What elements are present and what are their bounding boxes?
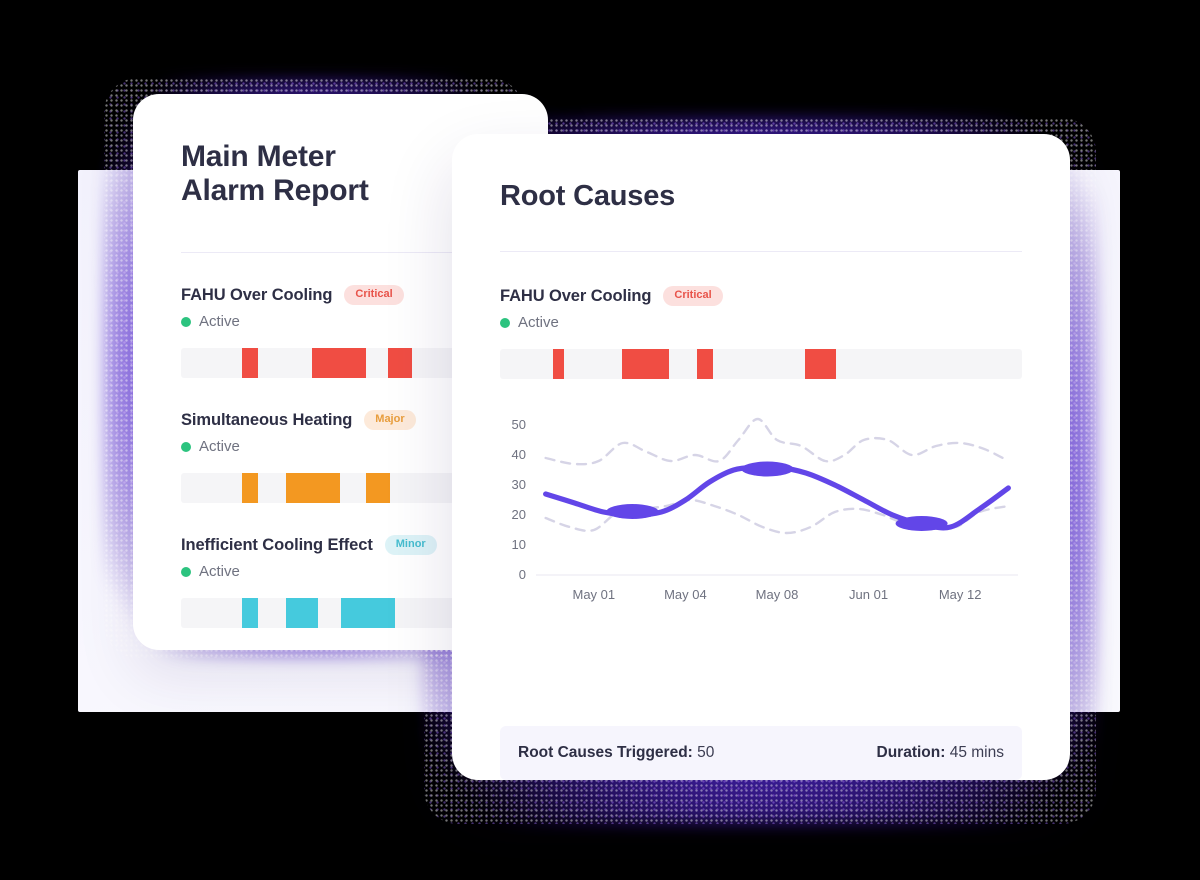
x-axis-tick-label: Jun 01 <box>849 587 889 603</box>
status-dot-icon <box>181 316 191 327</box>
x-axis-tick-label: May 08 <box>755 587 799 603</box>
x-axis-tick-label: May 01 <box>572 587 616 603</box>
page-title-line1: Main Meter <box>181 140 336 173</box>
status-dot-icon <box>181 441 191 452</box>
timeline-segment <box>286 598 319 629</box>
y-axis-tick-label: 0 <box>518 567 526 583</box>
severity-badge: Critical <box>344 285 404 306</box>
status-dot-icon <box>181 566 191 577</box>
alarm-name: Simultaneous Heating <box>181 410 353 429</box>
duration: Duration: 45 mins <box>877 744 1004 762</box>
duration-label: Duration: <box>876 744 946 761</box>
status-label: Active <box>199 313 240 331</box>
chart-series-dashed <box>544 417 1010 466</box>
y-axis-tick-label: 40 <box>511 447 526 463</box>
chart-canvas <box>536 417 1018 576</box>
root-causes-triggered: Root Causes Triggered: 50 <box>518 744 714 762</box>
alarm-header: FAHU Over Cooling Critical <box>500 286 1022 307</box>
chart-bulge-marker <box>895 516 948 532</box>
status-label: Active <box>518 314 559 332</box>
severity-badge: Critical <box>663 286 723 307</box>
alarm-name: FAHU Over Cooling <box>181 285 333 304</box>
timeline-segment <box>388 348 413 379</box>
status-label: Active <box>199 438 240 456</box>
x-axis-tick-label: May 04 <box>664 587 707 603</box>
status-dot-icon <box>500 317 510 328</box>
timeline-segment <box>311 348 366 379</box>
status-label: Active <box>199 563 240 581</box>
screenshot-stage: Main Meter Alarm Report FAHU Over Coolin… <box>0 0 1200 880</box>
root-causes-triggered-value: 50 <box>697 744 715 761</box>
timeline-segment <box>241 598 258 629</box>
chart-bulge-marker <box>741 461 794 477</box>
timeline-segment <box>241 473 258 504</box>
alarm-name: Inefficient Cooling Effect <box>181 535 373 554</box>
severity-badge: Major <box>364 410 416 431</box>
timeline-segment <box>366 473 390 504</box>
timeline-segment <box>553 349 564 380</box>
duration-value: 45 mins <box>949 744 1004 761</box>
severity-badge: Minor <box>384 535 437 556</box>
alarm-status: Active <box>500 314 1022 331</box>
page-title-line2: Alarm Report <box>181 174 369 208</box>
y-axis-tick-label: 20 <box>511 507 526 523</box>
root-causes-card: Root Causes FAHU Over Cooling Critical A… <box>452 134 1070 780</box>
y-axis-tick-label: 10 <box>511 537 526 553</box>
x-axis-tick-label: May 12 <box>938 587 982 603</box>
alarm-name: FAHU Over Cooling <box>500 286 652 305</box>
root-causes-triggered-label: Root Causes Triggered: <box>518 744 693 761</box>
timeline-segment <box>241 348 258 379</box>
root-causes-chart[interactable]: 0 10 20 30 40 50 May 01 May 04 May 08 Jun 01 May 1… <box>500 413 1022 609</box>
y-axis-tick-label: 30 <box>511 477 526 493</box>
timeline-segment <box>697 349 713 380</box>
y-axis-tick-label: 50 <box>511 417 526 433</box>
summary-bar: Root Causes Triggered: 50 Duration: 45 m… <box>500 726 1022 780</box>
chart-bulge-marker <box>606 504 659 520</box>
timeline-segment <box>622 349 670 380</box>
timeline-segment <box>286 473 341 504</box>
root-cause-alarm-row: FAHU Over Cooling Critical Active <box>500 252 1022 380</box>
alarm-timeline[interactable] <box>500 349 1022 380</box>
timeline-segment <box>340 598 395 629</box>
timeline-segment <box>804 349 837 380</box>
root-causes-title: Root Causes <box>500 180 676 212</box>
